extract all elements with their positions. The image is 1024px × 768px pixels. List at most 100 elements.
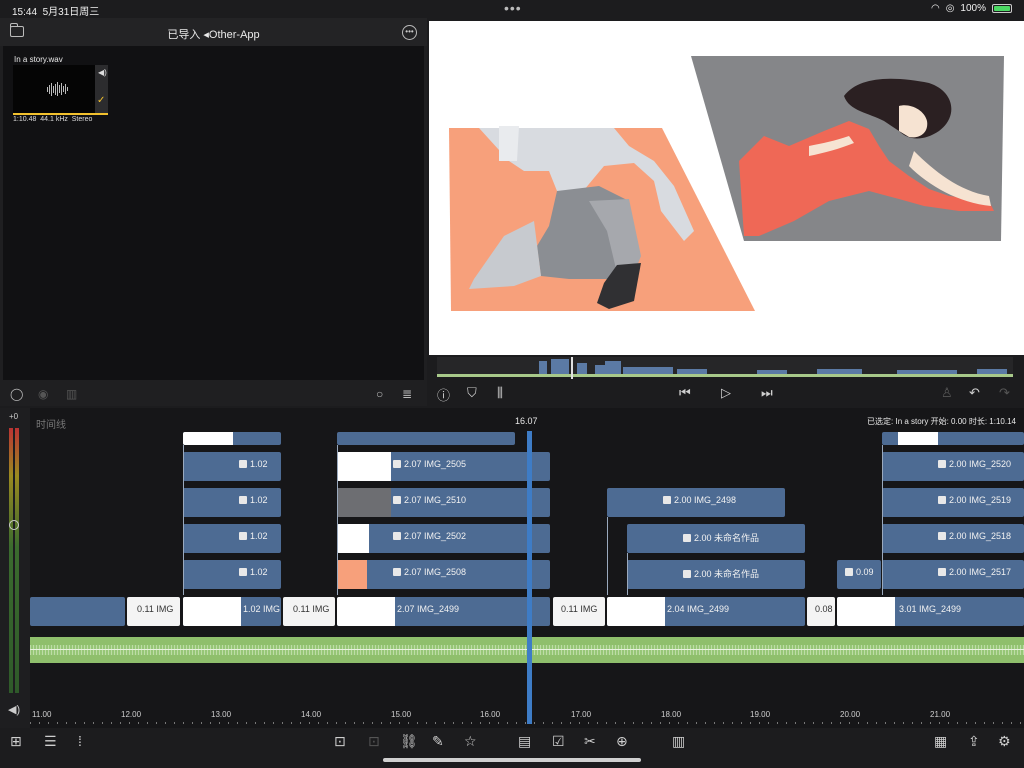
undo-icon[interactable]: ↶	[969, 385, 980, 401]
timeline-clip[interactable]: 2.07 IMG_2505	[337, 452, 550, 481]
add-icon[interactable]: ⊕	[616, 733, 628, 750]
timeline-clip[interactable]: 2.00 IMG_2519	[882, 488, 1024, 517]
primary-clip[interactable]: 1.02 IMG	[183, 597, 281, 626]
audio-lanes-icon[interactable]: ⁞	[78, 733, 82, 749]
timeline[interactable]: +0 ◀) 时间线 16.07 已选定: In a story 开始: 0.00…	[0, 408, 1024, 728]
overview-strip[interactable]	[437, 357, 1013, 379]
timeline-clip[interactable]: 2.07 IMG_2502	[337, 524, 550, 553]
primary-clip[interactable]: 0.08	[807, 597, 835, 626]
timeline-clip[interactable]: 2.07 IMG_2510	[337, 488, 550, 517]
ruler-tick: 18.00	[661, 710, 682, 719]
multitask-dots-icon[interactable]: •••	[504, 0, 522, 16]
primary-clip[interactable]: 3.01 IMG_2499	[837, 597, 1024, 626]
preview-viewer: ⓘ ⛉ ⫼ ⏮ ▷ ⏭ ♙ ↶ ↷	[427, 18, 1024, 408]
record-icon[interactable]: ◉	[38, 387, 48, 401]
audio-clip-thumbnail[interactable]	[13, 65, 95, 113]
timeline-label: 时间线	[36, 420, 66, 431]
clipboard-icon[interactable]: ▤	[518, 733, 531, 750]
timeline-clip[interactable]: 2.00 未命名作品	[627, 524, 805, 553]
checkmark-icon: ✓	[97, 95, 106, 106]
disabled-tool-icon[interactable]: ⊡	[368, 733, 380, 750]
viewer-controls: ⓘ ⛉ ⫼ ⏮ ▷ ⏭ ♙ ↶ ↷	[427, 380, 1024, 408]
pencil-icon[interactable]: ✎	[432, 733, 444, 750]
clip-connector	[607, 517, 608, 595]
timeline-clip[interactable]: 0.09	[837, 560, 881, 589]
marker-icon[interactable]: ⛉	[467, 385, 477, 401]
clip-connector	[882, 445, 883, 595]
ruler-tick: 17.00	[571, 710, 592, 719]
primary-clip[interactable]	[30, 597, 125, 626]
playhead[interactable]	[527, 431, 532, 724]
clip-connector	[183, 445, 184, 595]
browser-title[interactable]: 已导入 ◂Other-App	[0, 26, 427, 42]
trash-icon[interactable]: ▥	[66, 387, 77, 401]
skip-forward-icon[interactable]: ⏭	[761, 385, 773, 401]
skip-back-icon[interactable]: ⏮	[679, 385, 691, 401]
redo-icon[interactable]: ↷	[999, 385, 1010, 401]
primary-clip[interactable]: 2.04 IMG_2499	[607, 597, 805, 626]
share-icon[interactable]: ⇪	[968, 733, 980, 750]
home-indicator[interactable]	[383, 758, 641, 762]
trash-icon[interactable]: ▥	[672, 733, 685, 750]
overview-playhead[interactable]	[571, 357, 573, 379]
add-media-icon[interactable]: ⊞	[10, 733, 22, 750]
split-view-icon[interactable]: ⫼	[497, 385, 503, 401]
effects-icon[interactable]: ☆	[464, 733, 477, 750]
speaker-icon[interactable]: ◀)	[98, 68, 107, 77]
timeline-clip[interactable]: 2.00 未命名作品	[627, 560, 805, 589]
orientation-lock-icon: ◎	[945, 3, 955, 14]
volume-knob[interactable]	[9, 520, 19, 530]
browser-content: In a story.wav ◀) ✓ 1:10.48 44.1 kHz Ste…	[3, 46, 424, 380]
timeline-clip[interactable]: 2.00 IMG_2520	[882, 452, 1024, 481]
meter-level-right	[15, 428, 19, 693]
waveform-icon	[47, 82, 68, 96]
primary-clip[interactable]: 0.11 IMG	[553, 597, 605, 626]
more-options-icon[interactable]: •••	[402, 25, 417, 40]
layout-icon[interactable]: ▦	[934, 733, 947, 750]
selection-info: 已选定: In a story 开始: 0.00 时长: 1:10.14	[867, 417, 1016, 426]
timeline-clip[interactable]: 2.00 IMG_2517	[882, 560, 1024, 589]
timeline-clip[interactable]	[882, 432, 1024, 445]
playhead-time: 16.07	[515, 416, 538, 426]
timeline-clip[interactable]: 2.07 IMG_2508	[337, 560, 550, 589]
voiceover-icon[interactable]: ♙	[941, 385, 953, 401]
sort-icon[interactable]: ≣	[402, 387, 412, 401]
time-ruler[interactable]: 11.00 12.00 13.00 14.00 15.00 16.00 17.0…	[30, 704, 1024, 728]
browser-footer: ◯ ◉ ▥ ○ ≣	[0, 380, 427, 406]
link-icon[interactable]: ⛓	[400, 733, 418, 750]
clip-connector	[627, 553, 628, 595]
status-right: ◠ ◎ 100%	[931, 3, 1012, 14]
timeline-clip[interactable]	[183, 432, 281, 445]
select-icon[interactable]: ☑	[552, 733, 565, 750]
audio-clip-name: In a story.wav	[14, 55, 63, 64]
info-icon[interactable]: ⓘ	[437, 385, 450, 404]
battery-percent: 100%	[960, 3, 986, 14]
timeline-clip[interactable]	[337, 432, 515, 445]
timeline-clip[interactable]: 1.02	[183, 560, 281, 589]
search-icon[interactable]: ○	[376, 387, 383, 401]
primary-clip[interactable]: 0.11 IMG	[127, 597, 180, 626]
primary-clip[interactable]: 0.11 IMG	[283, 597, 335, 626]
ruler-tick: 21.00	[930, 710, 951, 719]
timeline-clip[interactable]: 1.02	[183, 524, 281, 553]
primary-clip[interactable]: 2.07 IMG_2499	[337, 597, 550, 626]
ruler-tick: 14.00	[301, 710, 322, 719]
play-icon[interactable]: ▷	[721, 385, 731, 401]
timeline-clip[interactable]: 1.02	[183, 488, 281, 517]
timeline-clip[interactable]: 2.00 IMG_2498	[607, 488, 785, 517]
audio-clip-meta: 1:10.48 44.1 kHz Stereo	[13, 116, 93, 123]
settings-icon[interactable]: ⚙	[998, 733, 1011, 750]
clip-connector	[337, 445, 338, 595]
video-preview-frame	[429, 21, 1024, 355]
timeline-clip[interactable]: 1.02	[183, 452, 281, 481]
insert-title-icon[interactable]: ⊡	[334, 733, 346, 750]
timeline-clip[interactable]: 2.00 IMG_2518	[882, 524, 1024, 553]
ruler-tick: 16.00	[480, 710, 501, 719]
volume-icon[interactable]: ◀)	[8, 703, 20, 716]
select-check-icon[interactable]: ◯	[10, 387, 23, 401]
ruler-tick: 20.00	[840, 710, 861, 719]
clip-list-icon[interactable]: ☰	[44, 733, 57, 750]
ruler-tick: 12.00	[121, 710, 142, 719]
meter-zero-label: +0	[9, 412, 19, 421]
scissors-icon[interactable]: ✂	[584, 733, 596, 750]
